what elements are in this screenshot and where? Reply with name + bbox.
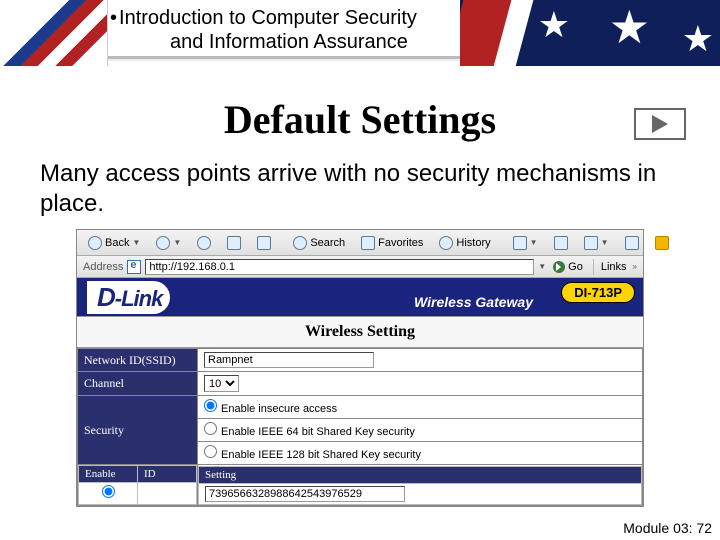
browser-window: Back ▼ ▼ Search Favorites History xyxy=(76,229,644,507)
chevron-down-icon: ▼ xyxy=(601,238,609,247)
stop-icon xyxy=(197,236,211,250)
ie-page-icon xyxy=(127,260,141,274)
key-header-enable: Enable xyxy=(79,466,138,483)
stop-button[interactable] xyxy=(192,233,216,253)
model-badge: DI-713P xyxy=(561,282,635,303)
key-setting-input[interactable] xyxy=(205,486,405,502)
security-label: Security xyxy=(78,396,198,465)
star-icon: ★ xyxy=(682,18,714,60)
address-input[interactable] xyxy=(145,259,534,275)
chevron-down-icon: ▼ xyxy=(132,238,140,247)
flag-right-graphic: ★ ★ ★ xyxy=(460,0,720,66)
router-header: D-Link Wireless Gateway DI-713P xyxy=(77,278,643,316)
ssid-label: Network ID(SSID) xyxy=(78,349,198,372)
table-row: Security Enable insecure access xyxy=(78,396,643,419)
home-button[interactable] xyxy=(252,233,276,253)
sec-opt1-label: Enable insecure access xyxy=(221,403,337,415)
banner-title: Introduction to Computer Security and In… xyxy=(110,6,450,54)
address-label: Address xyxy=(83,261,123,273)
discuss-icon xyxy=(625,236,639,250)
channel-select[interactable]: 10 xyxy=(204,375,239,392)
play-icon xyxy=(652,115,668,133)
security-option-insecure[interactable]: Enable insecure access xyxy=(204,403,337,415)
back-label: Back xyxy=(105,237,129,249)
address-bar: Address ▼ Go Links » xyxy=(77,256,643,278)
brand-logo: D-Link xyxy=(87,281,170,314)
banner-line-2: and Information Assurance xyxy=(110,30,450,54)
flag-left-graphic xyxy=(0,0,108,66)
refresh-icon xyxy=(227,236,241,250)
go-label: Go xyxy=(568,261,583,273)
links-label: Links xyxy=(601,261,627,273)
router-page: Wireless Setting Network ID(SSID) Channe… xyxy=(77,316,643,506)
go-button[interactable]: Go xyxy=(550,260,586,274)
favorites-button[interactable]: Favorites xyxy=(356,233,428,253)
edit-icon xyxy=(584,236,598,250)
back-icon xyxy=(88,236,102,250)
messenger-button[interactable] xyxy=(650,233,674,253)
slide-title: Default Settings xyxy=(0,96,720,143)
play-button[interactable] xyxy=(634,108,686,140)
search-icon xyxy=(293,236,307,250)
chevron-down-icon[interactable]: ▼ xyxy=(538,262,546,271)
security-option-64bit[interactable]: Enable IEEE 64 bit Shared Key security xyxy=(204,426,415,438)
key-header-id: ID xyxy=(138,466,197,483)
mail-button[interactable]: ▼ xyxy=(508,233,543,253)
slide-body-text: Many access points arrive with no securi… xyxy=(40,159,680,219)
radio-64bit[interactable] xyxy=(204,422,217,435)
slide-footer: Module 03: 72 xyxy=(623,520,712,536)
product-name: Wireless Gateway xyxy=(414,294,533,310)
sec-opt3-label: Enable IEEE 128 bit Shared Key security xyxy=(221,449,421,461)
key-enable-radio[interactable] xyxy=(102,485,115,498)
print-icon xyxy=(554,236,568,250)
settings-table: Network ID(SSID) Channel 10 Security Ena… xyxy=(77,348,643,506)
chevron-down-icon: ▼ xyxy=(173,238,181,247)
favorites-label: Favorites xyxy=(378,237,423,249)
ssid-input[interactable] xyxy=(204,352,374,368)
go-icon xyxy=(553,261,565,273)
home-icon xyxy=(257,236,271,250)
refresh-button[interactable] xyxy=(222,233,246,253)
sec-opt2-label: Enable IEEE 64 bit Shared Key security xyxy=(221,426,415,438)
mail-icon xyxy=(513,236,527,250)
star-icon: ★ xyxy=(609,0,650,54)
table-row: Network ID(SSID) xyxy=(78,349,643,372)
history-label: History xyxy=(456,237,490,249)
banner-line-1: Introduction to Computer Security xyxy=(110,6,450,30)
search-button[interactable]: Search xyxy=(288,233,350,253)
print-button[interactable] xyxy=(549,233,573,253)
back-button[interactable]: Back ▼ xyxy=(83,233,145,253)
search-label: Search xyxy=(310,237,345,249)
history-icon xyxy=(439,236,453,250)
forward-button[interactable]: ▼ xyxy=(151,233,186,253)
favorites-icon xyxy=(361,236,375,250)
messenger-icon xyxy=(655,236,669,250)
security-option-128bit[interactable]: Enable IEEE 128 bit Shared Key security xyxy=(204,449,421,461)
radio-insecure[interactable] xyxy=(204,399,217,412)
forward-icon xyxy=(156,236,170,250)
radio-128bit[interactable] xyxy=(204,445,217,458)
ie-toolbar: Back ▼ ▼ Search Favorites History xyxy=(77,230,643,256)
links-chevron-icon[interactable]: » xyxy=(633,262,637,271)
channel-label: Channel xyxy=(78,372,198,396)
toolbar-separator xyxy=(593,259,594,275)
section-title: Wireless Setting xyxy=(77,316,643,348)
table-row: Channel 10 xyxy=(78,372,643,396)
discuss-button[interactable] xyxy=(620,233,644,253)
banner-underline xyxy=(108,56,460,59)
star-icon: ★ xyxy=(538,4,570,46)
table-row: EnableID 1 Setting xyxy=(78,465,643,506)
history-button[interactable]: History xyxy=(434,233,495,253)
chevron-down-icon: ▼ xyxy=(530,238,538,247)
edit-button[interactable]: ▼ xyxy=(579,233,614,253)
key-id-cell: 1 xyxy=(138,483,197,505)
key-header-setting: Setting xyxy=(199,466,642,483)
slide-banner: Introduction to Computer Security and In… xyxy=(0,0,720,66)
